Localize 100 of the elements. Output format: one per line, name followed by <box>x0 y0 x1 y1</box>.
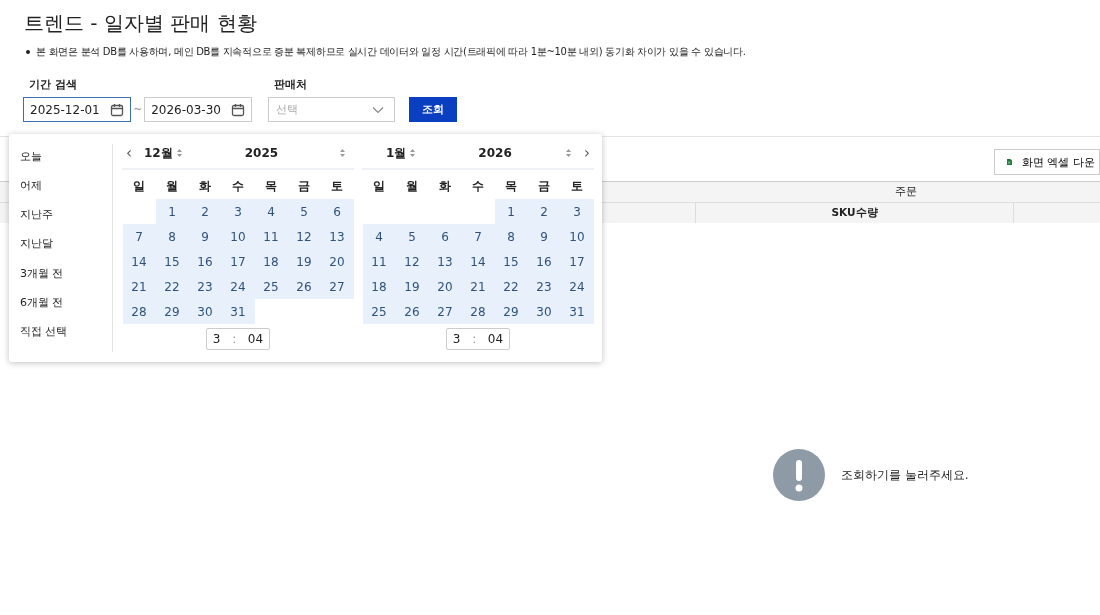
calendar-day[interactable]: 7 <box>461 224 495 249</box>
calendar-day[interactable]: 29 <box>494 299 528 324</box>
calendar-day[interactable]: 6 <box>428 224 462 249</box>
calendar-day[interactable]: 10 <box>560 224 594 249</box>
calendar-day[interactable]: 5 <box>395 224 429 249</box>
time-field[interactable]: 3 : 04 <box>206 328 270 350</box>
period-label: 기간 검색 <box>28 77 78 92</box>
calendar-day[interactable]: 13 <box>428 249 462 274</box>
calendar-day[interactable]: 1 <box>494 199 528 224</box>
preset-option[interactable]: 지난달 <box>20 235 112 265</box>
calendar-day[interactable]: 26 <box>287 274 321 299</box>
weekday-label: 일 <box>372 178 386 195</box>
calendar-day[interactable]: 19 <box>287 249 321 274</box>
calendar-day[interactable]: 29 <box>155 299 189 324</box>
range-separator: ~ <box>133 103 143 116</box>
calendar-day[interactable]: 4 <box>254 199 288 224</box>
calendar-day[interactable]: 22 <box>155 274 189 299</box>
calendar-day[interactable]: 2 <box>527 199 561 224</box>
weekday-label: 화 <box>198 178 212 195</box>
calendar-day[interactable]: 31 <box>560 299 594 324</box>
spinner-icon[interactable] <box>339 148 346 158</box>
calendar-day[interactable]: 11 <box>362 249 396 274</box>
calendar-day[interactable]: 18 <box>362 274 396 299</box>
calendar-day[interactable]: 8 <box>155 224 189 249</box>
calendar-day[interactable]: 21 <box>461 274 495 299</box>
calendar-day[interactable]: 24 <box>221 274 255 299</box>
calendar-day[interactable]: 17 <box>221 249 255 274</box>
calendar-day[interactable]: 7 <box>122 224 156 249</box>
seller-label: 판매처 <box>273 77 309 92</box>
calendar-day[interactable]: 24 <box>560 274 594 299</box>
calendar-day[interactable]: 21 <box>122 274 156 299</box>
calendar-day[interactable]: 28 <box>461 299 495 324</box>
calendar-day[interactable]: 13 <box>320 224 354 249</box>
column-header: SKU수량 <box>696 203 1014 223</box>
calendar-day[interactable]: 27 <box>428 299 462 324</box>
calendar-day[interactable]: 18 <box>254 249 288 274</box>
calendar-day[interactable]: 17 <box>560 249 594 274</box>
excel-download-button[interactable]: 화면 엑셀 다운 <box>994 149 1100 175</box>
calendar-day[interactable]: 30 <box>188 299 222 324</box>
calendar-day[interactable]: 3 <box>221 199 255 224</box>
calendar-day[interactable]: 27 <box>320 274 354 299</box>
preset-option[interactable]: 3개월 전 <box>20 264 112 294</box>
calendar-day[interactable]: 1 <box>155 199 189 224</box>
preset-option[interactable]: 직접 선택 <box>20 322 112 352</box>
calendar-day[interactable]: 15 <box>155 249 189 274</box>
end-date-field[interactable]: 2026-03-30 <box>144 97 253 122</box>
calendar-day[interactable]: 23 <box>188 274 222 299</box>
calendar-day[interactable]: 14 <box>122 249 156 274</box>
weekday-label: 월 <box>165 178 179 195</box>
search-button[interactable]: 조회 <box>409 97 458 122</box>
calendar-day[interactable]: 10 <box>221 224 255 249</box>
calendar-day[interactable]: 12 <box>287 224 321 249</box>
calendar-day[interactable]: 22 <box>494 274 528 299</box>
calendar-day[interactable]: 8 <box>494 224 528 249</box>
calendar-day[interactable]: 20 <box>428 274 462 299</box>
calendar-day[interactable]: 16 <box>188 249 222 274</box>
year-label: 2025 <box>244 146 279 160</box>
calendar-day[interactable]: 3 <box>560 199 594 224</box>
empty-message: 조회하기를 눌러주세요. <box>841 466 969 484</box>
calendar-icon <box>110 102 124 117</box>
calendar-day[interactable]: 9 <box>188 224 222 249</box>
calendar-day[interactable]: 12 <box>395 249 429 274</box>
calendar-day[interactable]: 30 <box>527 299 561 324</box>
start-date-field[interactable]: 2025-12-01 <box>23 97 131 122</box>
weekday-label: 목 <box>504 178 518 195</box>
calendar-day[interactable]: 19 <box>395 274 429 299</box>
calendar-day[interactable]: 5 <box>287 199 321 224</box>
calendar-day[interactable]: 4 <box>362 224 396 249</box>
year-label: 2026 <box>478 146 512 160</box>
calendar-day[interactable]: 25 <box>362 299 396 324</box>
time-field[interactable]: 3 : 04 <box>446 328 510 350</box>
preset-option[interactable]: 오늘 <box>20 148 112 178</box>
spinner-icon[interactable] <box>565 148 572 158</box>
calendar-day[interactable]: 14 <box>461 249 495 274</box>
previous-month-button[interactable]: ‹ <box>122 144 136 162</box>
calendar-day[interactable]: 23 <box>527 274 561 299</box>
month-select[interactable]: 1월 <box>386 144 417 162</box>
calendar-day[interactable]: 6 <box>320 199 354 224</box>
weekday-label: 금 <box>297 178 311 195</box>
calendar-day[interactable]: 28 <box>122 299 156 324</box>
weekday-label: 화 <box>438 178 452 195</box>
preset-option[interactable]: 지난주 <box>20 206 112 236</box>
calendar-day[interactable]: 16 <box>527 249 561 274</box>
next-month-button[interactable]: › <box>580 144 594 162</box>
month-select[interactable]: 12월 <box>144 144 183 162</box>
calendar-day[interactable]: 9 <box>527 224 561 249</box>
weekday-label: 목 <box>264 178 278 195</box>
calendar-day[interactable]: 26 <box>395 299 429 324</box>
calendar-day[interactable]: 20 <box>320 249 354 274</box>
calendar-day[interactable]: 15 <box>494 249 528 274</box>
calendar-day[interactable]: 31 <box>221 299 255 324</box>
weekday-label: 수 <box>471 178 485 195</box>
calendar-day[interactable]: 25 <box>254 274 288 299</box>
calendar-day[interactable]: 2 <box>188 199 222 224</box>
preset-option[interactable]: 어제 <box>20 177 112 207</box>
weekday-label: 월 <box>405 178 419 195</box>
preset-option[interactable]: 6개월 전 <box>20 293 112 323</box>
page-title: 트렌드 - 일자별 판매 현황 <box>23 10 258 37</box>
weekday-label: 일 <box>132 178 146 195</box>
calendar-day[interactable]: 11 <box>254 224 288 249</box>
